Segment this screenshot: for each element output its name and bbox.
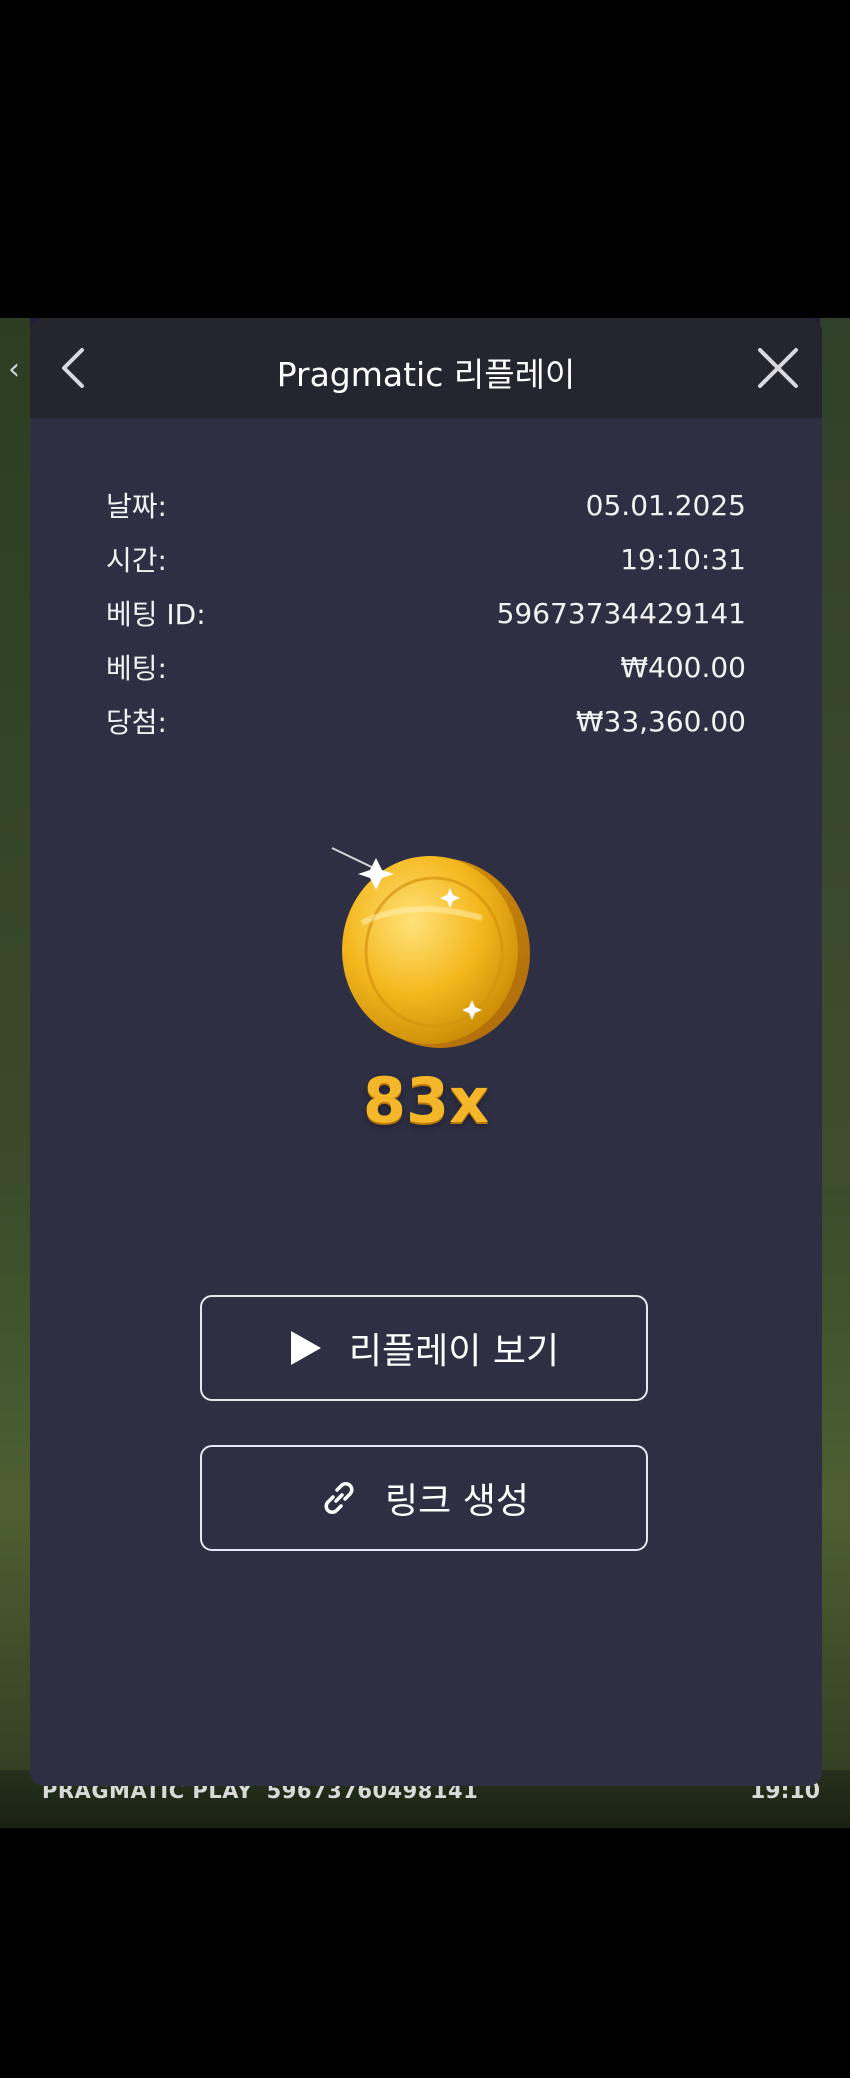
bet-info-list: 날짜: 05.01.2025 시간: 19:10:31 베팅 ID: 59673… — [106, 478, 746, 748]
close-icon — [758, 348, 798, 388]
create-link-button[interactable]: 링크 생성 — [200, 1445, 648, 1551]
info-label: 날짜: — [106, 490, 167, 523]
info-row-win: 당첨: ₩33,360.00 — [106, 694, 746, 748]
info-value: ₩400.00 — [620, 650, 746, 684]
info-label: 당첨: — [106, 706, 167, 739]
info-label: 베팅: — [106, 652, 167, 685]
info-row-bet: 베팅: ₩400.00 — [106, 640, 746, 694]
game-left-arrow-icon: ‹ — [8, 352, 20, 387]
info-label: 시간: — [106, 544, 167, 577]
watch-replay-button[interactable]: 리플레이 보기 — [200, 1295, 648, 1401]
gold-coin-icon — [331, 847, 530, 1048]
info-row-date: 날짜: 05.01.2025 — [106, 478, 746, 532]
link-icon — [319, 1478, 359, 1518]
modal-header: Pragmatic 리플레이 — [30, 318, 822, 418]
info-value: 59673734429141 — [496, 596, 746, 630]
create-link-label: 링크 생성 — [385, 1481, 529, 1522]
info-value: 19:10:31 — [620, 542, 746, 576]
coin-image — [322, 828, 542, 1058]
modal-title: Pragmatic 리플레이 — [276, 355, 576, 394]
close-button[interactable] — [748, 338, 808, 398]
info-value: 05.01.2025 — [585, 488, 746, 522]
info-row-bet-id: 베팅 ID: 59673734429141 — [106, 586, 746, 640]
info-value: ₩33,360.00 — [575, 704, 746, 738]
info-label: 베팅 ID: — [106, 598, 206, 631]
win-multiplier: 83x — [362, 1064, 490, 1137]
watch-replay-label: 리플레이 보기 — [348, 1331, 560, 1372]
info-row-time: 시간: 19:10:31 — [106, 532, 746, 586]
replay-modal: Pragmatic 리플레이 날짜: 05.01.2025 시간: 19:10:… — [30, 318, 822, 1786]
play-icon — [289, 1329, 323, 1367]
